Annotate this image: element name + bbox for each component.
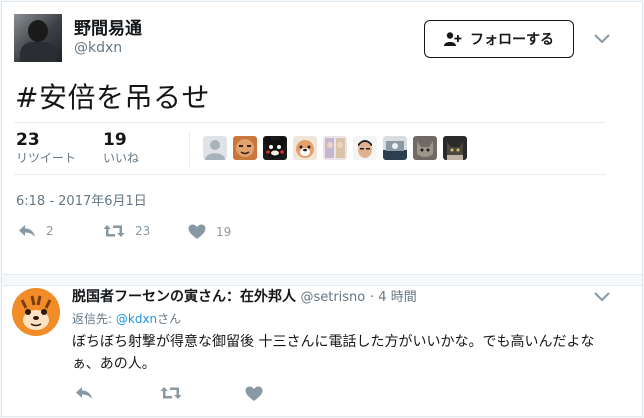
liker-avatar[interactable] <box>383 136 407 160</box>
replying-to-handle[interactable]: @kdxn <box>116 312 157 326</box>
chevron-down-icon[interactable] <box>594 292 610 302</box>
retweet-icon <box>160 387 182 399</box>
follow-button[interactable]: フォローする <box>424 20 574 58</box>
reply-retweet-button[interactable] <box>160 386 182 400</box>
likes-count: 19 <box>103 130 127 150</box>
replying-to: 返信先: @kdxnさん <box>72 310 181 327</box>
reply-icon <box>76 387 92 399</box>
author-avatar[interactable] <box>14 14 62 62</box>
retweet-icon <box>103 225 125 237</box>
reply-button[interactable]: 2 <box>18 224 54 238</box>
retweet-button[interactable]: 23 <box>103 224 150 238</box>
retweets-stat[interactable]: 23 リツイート <box>16 130 76 166</box>
replying-to-label: 返信先: <box>72 312 113 326</box>
heart-icon <box>245 386 263 401</box>
like-count: 19 <box>216 225 232 239</box>
liker-avatar[interactable] <box>353 136 377 160</box>
liker-avatar[interactable] <box>263 136 287 160</box>
reply-icon <box>19 225 35 237</box>
follow-person-icon <box>444 32 462 46</box>
retweets-count: 23 <box>16 130 40 150</box>
reply-text: ぼちぼち射撃が得意な御留後 十三さんに電話した方がいいかな。でも高いんだよなぁ、… <box>72 334 595 372</box>
likes-label: いいね <box>103 151 140 165</box>
like-button[interactable]: 19 <box>188 224 231 240</box>
liker-avatar[interactable] <box>323 136 347 160</box>
author-name[interactable]: 野間易通 <box>74 14 142 39</box>
divider <box>14 174 606 175</box>
reply-author-name[interactable]: 脱国者フーセンの寅さん：在外邦人 <box>72 289 296 305</box>
section-gap <box>2 274 642 286</box>
likes-stat[interactable]: 19 いいね <box>103 130 139 166</box>
reply-like-button[interactable] <box>245 386 263 402</box>
liker-avatar[interactable] <box>413 136 437 160</box>
replying-to-suffix: さん <box>157 312 182 326</box>
stat-separator <box>189 131 190 167</box>
reply-count: 2 <box>46 224 54 238</box>
reply-reply-button[interactable] <box>75 386 93 400</box>
main-tweet: 野間易通 @kdxn フォローする #安倍を吊るせ 23 リツイート 19 いい… <box>2 2 642 274</box>
tweet-card: 野間易通 @kdxn フォローする #安倍を吊るせ 23 リツイート 19 いい… <box>1 1 643 417</box>
follow-label: フォローする <box>470 32 554 48</box>
chevron-down-icon[interactable] <box>594 34 610 44</box>
retweet-count: 23 <box>135 224 151 238</box>
tweet-text: #安倍を吊るせ <box>15 81 210 114</box>
tweet-timestamp[interactable]: 6:18 - 2017年6月1日 <box>16 190 147 209</box>
liker-avatar[interactable] <box>443 136 467 160</box>
retweets-label: リツイート <box>16 151 77 165</box>
reply-separator: · <box>369 290 374 305</box>
reply-header: 脱国者フーセンの寅さん：在外邦人 @setrisno · 4 時間 <box>72 286 417 306</box>
reply-author-handle[interactable]: @setrisno <box>300 290 365 305</box>
liker-avatar[interactable] <box>293 136 317 160</box>
reply-time[interactable]: 4 時間 <box>378 290 416 305</box>
divider <box>14 122 606 123</box>
liker-avatar[interactable] <box>233 136 257 160</box>
heart-icon <box>188 224 206 239</box>
reply-author-avatar[interactable] <box>12 288 60 336</box>
author-handle[interactable]: @kdxn <box>74 40 122 56</box>
liker-avatar[interactable] <box>203 136 227 160</box>
